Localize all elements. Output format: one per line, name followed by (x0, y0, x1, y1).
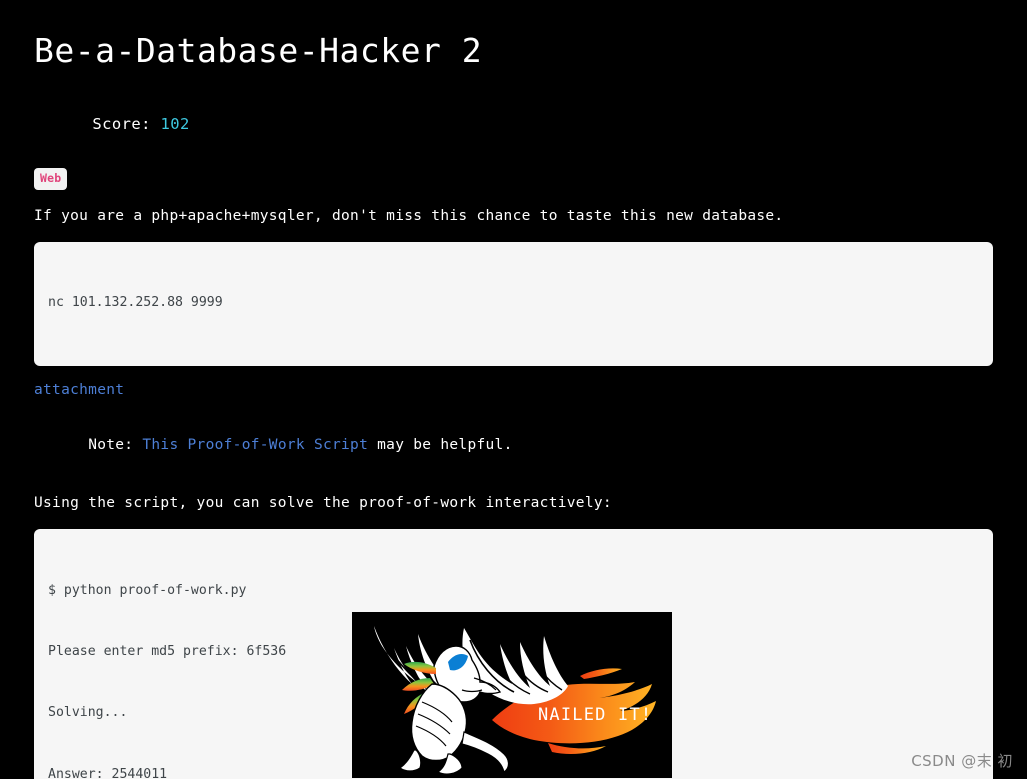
category-badge-web[interactable]: Web (34, 168, 68, 190)
code-line: nc 101.132.252.88 9999 (48, 295, 223, 311)
note-prefix: Note: (88, 436, 143, 453)
challenge-description: If you are a php+apache+mysqler, don't m… (34, 207, 784, 224)
code-line: $ python proof-of-work.py (48, 582, 247, 598)
nailed-it-dragon-image: NAILED IT! (352, 612, 672, 778)
score-label: Score: (92, 115, 151, 134)
score-value: 102 (160, 115, 190, 134)
connect-command-block: nc 101.132.252.88 9999 (34, 241, 993, 366)
note-suffix: may be helpful. (368, 436, 513, 453)
page-title: Be-a-Database-Hacker 2 (34, 31, 483, 70)
note-row: Note: This Proof-of-Work Script may be h… (34, 413, 993, 478)
flame-label: NAILED IT! (538, 705, 652, 725)
proof-of-work-script-link[interactable]: This Proof-of-Work Script (142, 437, 368, 453)
attachment-link[interactable]: attachment (34, 382, 124, 398)
score-row: Score: 102 (34, 97, 993, 151)
category-badge-row: Web (34, 167, 993, 190)
interactive-intro: Using the script, you can solve the proo… (34, 495, 612, 512)
page-root: Be-a-Database-Hacker 2 Score: 102 Web If… (0, 0, 1027, 779)
csdn-watermark: CSDN @末 初 (911, 752, 1013, 770)
